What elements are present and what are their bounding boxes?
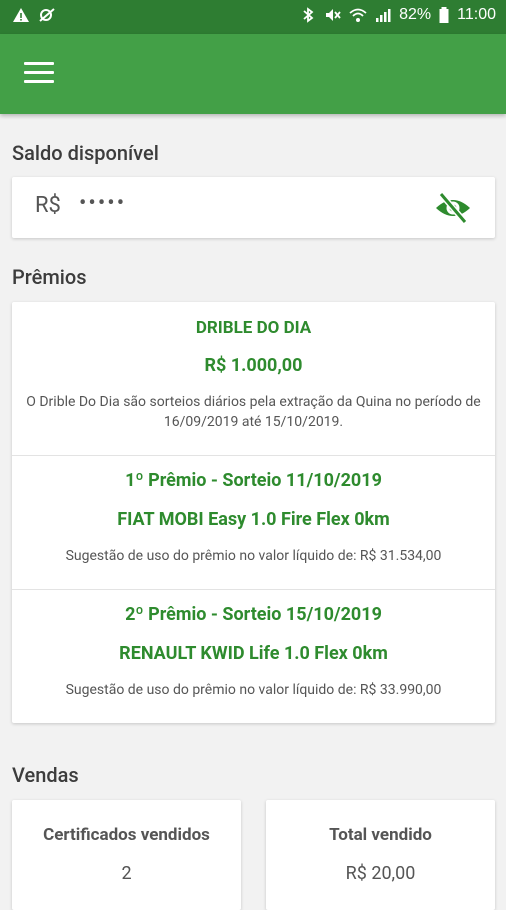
balance-card: R$ ••••• bbox=[12, 177, 495, 238]
main-prize: DRIBLE DO DIA R$ 1.000,00 O Drible Do Di… bbox=[12, 302, 495, 454]
main-prize-title: DRIBLE DO DIA bbox=[195, 318, 312, 338]
app-bar bbox=[0, 34, 506, 114]
total-sold-value: R$ 20,00 bbox=[345, 863, 416, 884]
prize-item: 1º Prêmio - Sorteio 11/10/2019 FIAT MOBI… bbox=[12, 455, 495, 590]
prize-item: 2º Prêmio - Sorteio 15/10/2019 RENAULT K… bbox=[12, 589, 495, 724]
prize-item-title: 1º Prêmio - Sorteio 11/10/2019 bbox=[125, 470, 382, 491]
balance-section-title: Saldo disponível bbox=[12, 141, 159, 165]
total-sold-label: Total vendido bbox=[329, 825, 432, 845]
battery-icon bbox=[439, 7, 449, 23]
prize-item-title: 2º Prêmio - Sorteio 15/10/2019 bbox=[125, 604, 382, 625]
no-sync-icon bbox=[39, 8, 55, 22]
prize-item-suggestion: Sugestão de uso do prêmio no valor líqui… bbox=[65, 548, 442, 564]
prize-item-suggestion: Sugestão de uso do prêmio no valor líqui… bbox=[65, 682, 442, 698]
bluetooth-icon bbox=[303, 7, 314, 23]
currency-label: R$ bbox=[35, 193, 61, 218]
certificates-sold-card: Certificados vendidos 2 bbox=[12, 800, 241, 910]
clock: 11:00 bbox=[457, 6, 496, 23]
main-prize-amount: R$ 1.000,00 bbox=[204, 355, 303, 376]
prize-item-name: FIAT MOBI Easy 1.0 Fire Flex 0km bbox=[117, 509, 390, 530]
certificates-sold-label: Certificados vendidos bbox=[43, 825, 210, 845]
signal-icon bbox=[376, 9, 391, 22]
battery-percent: 82% bbox=[399, 6, 432, 23]
main-prize-description: O Drible Do Dia são sorteios diários pel… bbox=[26, 394, 481, 430]
hide-balance-eye-icon[interactable] bbox=[433, 190, 473, 226]
prizes-card: DRIBLE DO DIA R$ 1.000,00 O Drible Do Di… bbox=[12, 302, 495, 723]
sales-section-title: Vendas bbox=[12, 763, 79, 787]
menu-icon[interactable] bbox=[24, 62, 54, 86]
masked-balance: ••••• bbox=[79, 191, 127, 216]
mute-icon bbox=[326, 9, 341, 21]
status-bar: 82% 11:00 bbox=[0, 0, 506, 34]
wifi-icon bbox=[349, 8, 367, 22]
warning-icon bbox=[13, 8, 29, 22]
prize-item-name: RENAULT KWID Life 1.0 Flex 0km bbox=[119, 643, 388, 664]
certificates-sold-value: 2 bbox=[121, 863, 132, 884]
prizes-section-title: Prêmios bbox=[12, 265, 87, 289]
total-sold-card: Total vendido R$ 20,00 bbox=[266, 800, 495, 910]
